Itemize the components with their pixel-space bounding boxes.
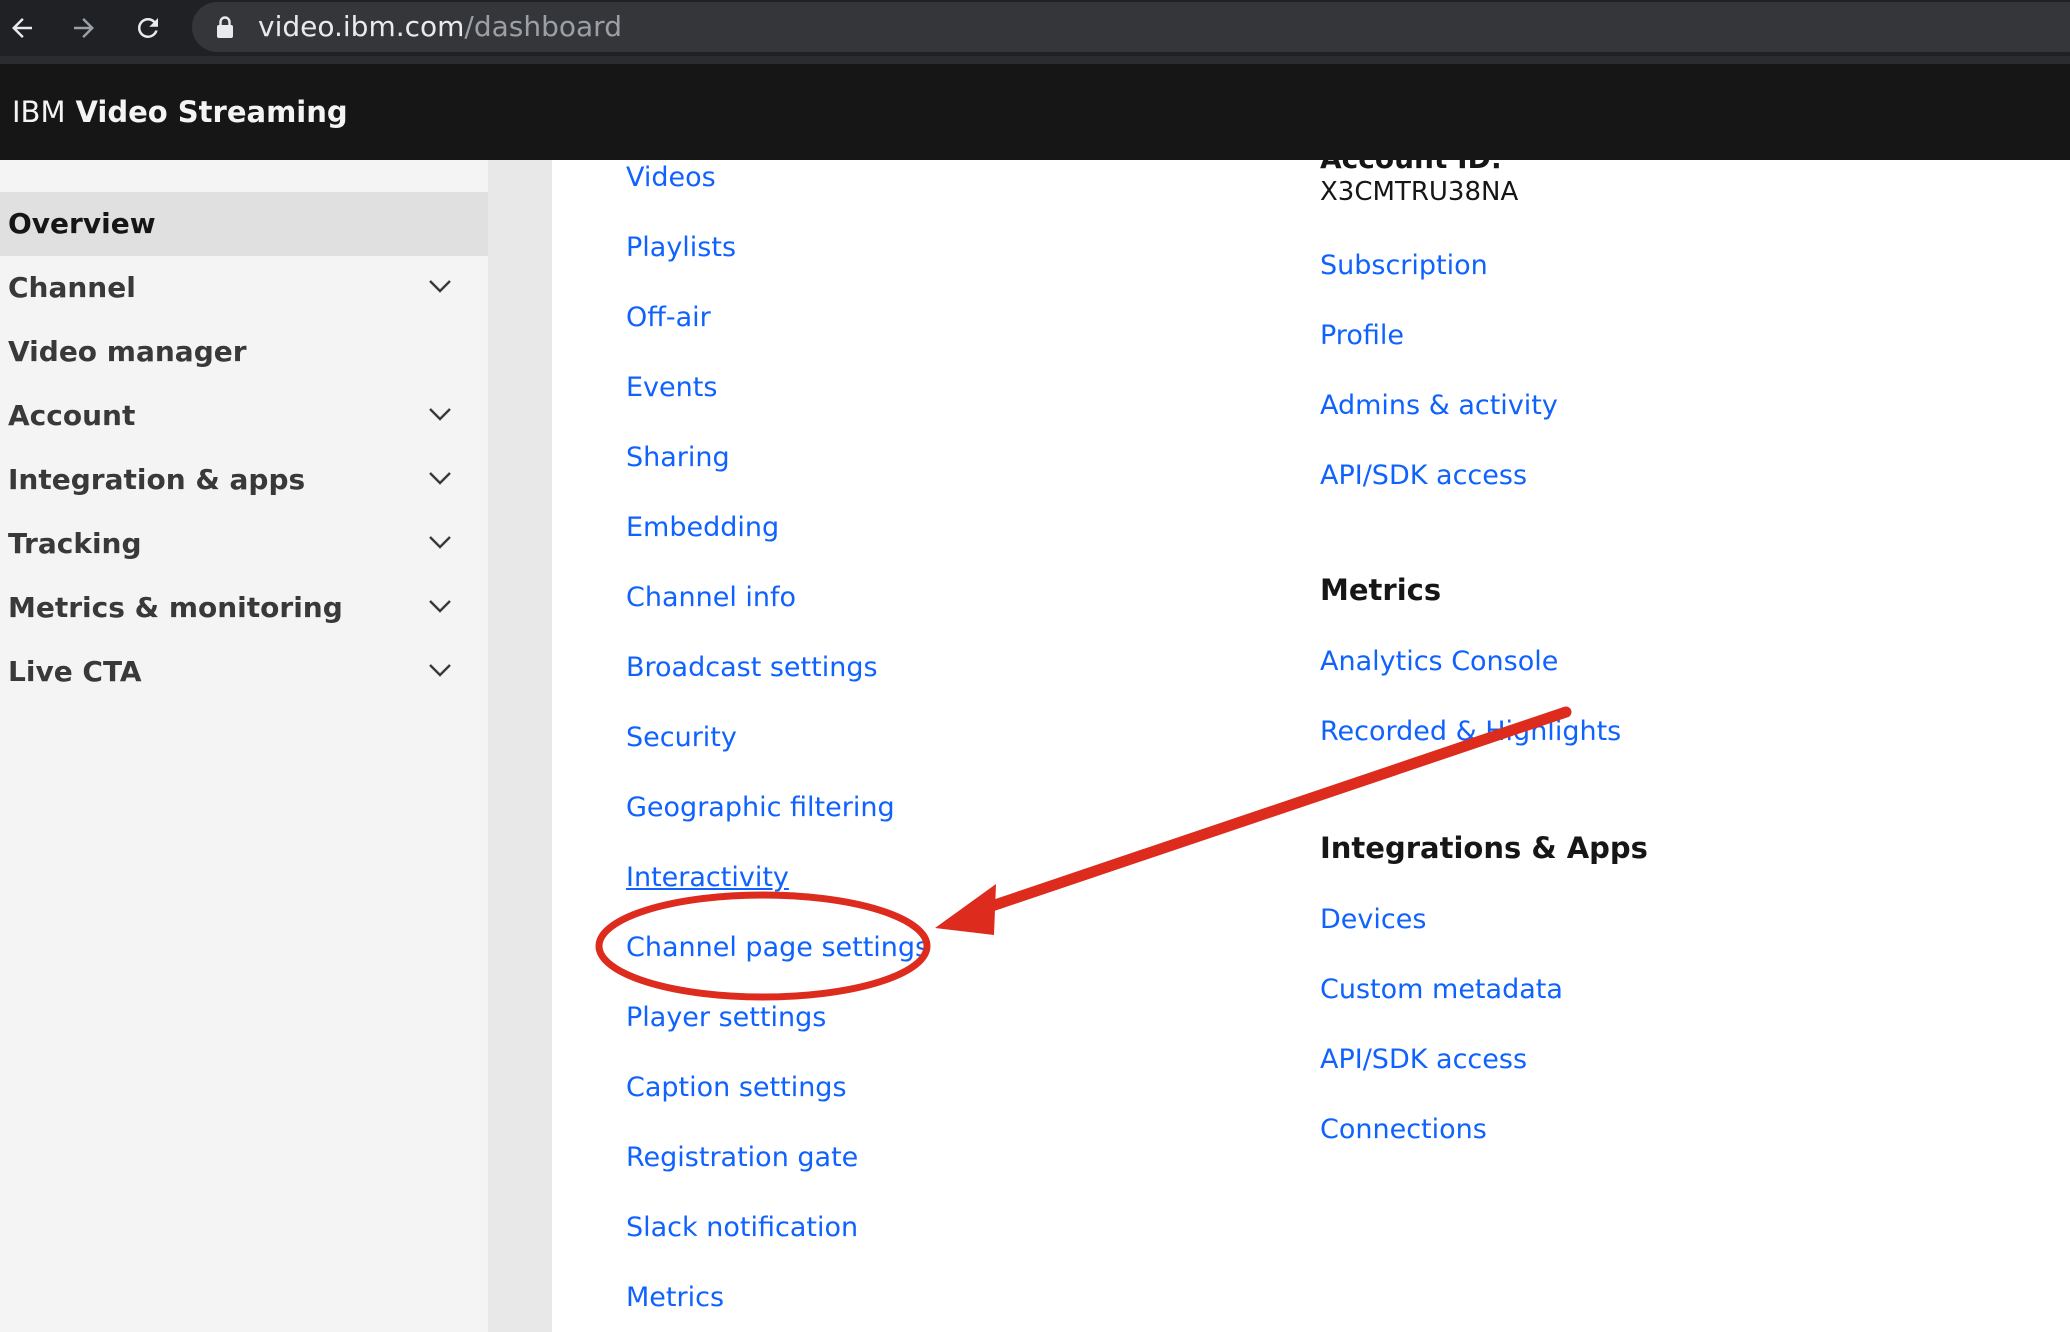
link-interactivity[interactable]: Interactivity: [626, 860, 789, 896]
address-bar[interactable]: video.ibm.com/dashboard: [192, 2, 2070, 52]
link-registration-gate[interactable]: Registration gate: [626, 1140, 858, 1176]
link-admins-activity[interactable]: Admins & activity: [1320, 388, 1558, 424]
chevron-down-icon[interactable]: [428, 598, 452, 618]
link-events[interactable]: Events: [626, 370, 717, 406]
sidebar-item-tracking[interactable]: Tracking: [0, 512, 488, 576]
link-recorded-highlights[interactable]: Recorded & Highlights: [1320, 714, 1621, 750]
link-playlists[interactable]: Playlists: [626, 230, 736, 266]
link-devices[interactable]: Devices: [1320, 902, 1426, 938]
sidebar-item-label: Channel: [8, 271, 136, 304]
chevron-down-icon[interactable]: [428, 278, 452, 298]
sidebar-item-integration-apps[interactable]: Integration & apps: [0, 448, 488, 512]
link-custom-metadata[interactable]: Custom metadata: [1320, 972, 1563, 1008]
link-broadcast-settings[interactable]: Broadcast settings: [626, 650, 878, 686]
forward-arrow-icon[interactable]: [62, 6, 106, 50]
link-integrations-api-sdk-access[interactable]: API/SDK access: [1320, 1042, 1527, 1078]
chevron-down-icon[interactable]: [428, 662, 452, 682]
chevron-down-icon[interactable]: [428, 534, 452, 554]
sidebar-item-live-cta[interactable]: Live CTA: [0, 640, 488, 704]
link-channel-info[interactable]: Channel info: [626, 580, 796, 616]
link-embedding[interactable]: Embedding: [626, 510, 779, 546]
reload-icon[interactable]: [126, 6, 170, 50]
link-caption-settings[interactable]: Caption settings: [626, 1070, 847, 1106]
link-sharing[interactable]: Sharing: [626, 440, 730, 476]
integrations-heading: Integrations & Apps: [1320, 831, 1648, 865]
sidebar-item-channel[interactable]: Channel: [0, 256, 488, 320]
brand-name: Video Streaming: [75, 95, 348, 129]
lock-icon: [216, 15, 234, 43]
link-metrics[interactable]: Metrics: [626, 1280, 724, 1316]
link-player-settings[interactable]: Player settings: [626, 1000, 826, 1036]
sidebar-item-video-manager[interactable]: Video manager: [0, 320, 488, 384]
sidebar-item-label: Metrics & monitoring: [8, 591, 343, 624]
link-slack-notification[interactable]: Slack notification: [626, 1210, 858, 1246]
link-channel-page-settings[interactable]: Channel page settings: [626, 930, 929, 966]
overview-content: Videos Playlists Off-air Events Sharing …: [552, 160, 2070, 1332]
sidebar-item-metrics-monitoring[interactable]: Metrics & monitoring: [0, 576, 488, 640]
sidebar-item-label: Tracking: [8, 527, 142, 560]
account-id-value: X3CMTRU38NA: [1320, 177, 1519, 207]
content-gutter: [488, 160, 552, 1332]
app-header: IBM Video Streaming: [0, 64, 2070, 160]
link-geographic-filtering[interactable]: Geographic filtering: [626, 790, 895, 826]
sidebar-item-label: Overview: [8, 207, 156, 240]
sidebar-item-account[interactable]: Account: [0, 384, 488, 448]
chevron-down-icon[interactable]: [428, 470, 452, 490]
brand-logo[interactable]: IBM Video Streaming: [12, 92, 348, 132]
toolbar-divider: [0, 56, 2070, 64]
sidebar-item-label: Integration & apps: [8, 463, 306, 496]
link-connections[interactable]: Connections: [1320, 1112, 1487, 1148]
link-analytics-console[interactable]: Analytics Console: [1320, 644, 1558, 680]
sidebar-item-overview[interactable]: Overview: [0, 192, 488, 256]
link-security[interactable]: Security: [626, 720, 737, 756]
link-account-api-sdk-access[interactable]: API/SDK access: [1320, 458, 1527, 494]
browser-toolbar: video.ibm.com/dashboard: [0, 0, 2070, 64]
metrics-heading: Metrics: [1320, 573, 1442, 607]
link-subscription[interactable]: Subscription: [1320, 248, 1488, 284]
link-off-air[interactable]: Off-air: [626, 300, 711, 336]
sidebar-item-label: Live CTA: [8, 655, 142, 688]
back-arrow-icon[interactable]: [0, 6, 44, 50]
brand-prefix: IBM: [12, 95, 66, 129]
account-id-label: Account ID:: [1320, 160, 1502, 174]
url-text: video.ibm.com/dashboard: [258, 10, 622, 43]
sidebar-nav: Overview Channel Video manager Account I…: [0, 160, 488, 1332]
link-videos[interactable]: Videos: [626, 160, 716, 196]
link-profile[interactable]: Profile: [1320, 318, 1404, 354]
sidebar-item-label: Video manager: [8, 335, 247, 368]
sidebar-item-label: Account: [8, 399, 136, 432]
chevron-down-icon[interactable]: [428, 406, 452, 426]
